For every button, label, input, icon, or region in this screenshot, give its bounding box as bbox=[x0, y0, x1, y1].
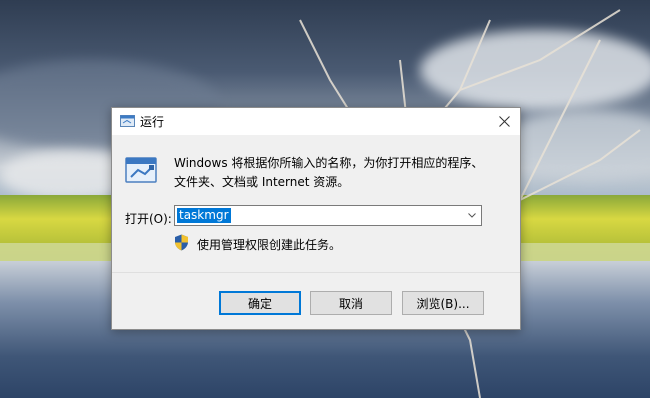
run-dialog: 运行 Windows 将根据你所输入的名称，为你打开相应的程序、文件夹、文档或 … bbox=[111, 107, 521, 330]
chevron-down-icon bbox=[468, 213, 476, 218]
title-bar[interactable]: 运行 bbox=[112, 108, 520, 135]
dialog-title: 运行 bbox=[140, 115, 165, 129]
open-combobox[interactable]: taskmgr bbox=[174, 205, 482, 226]
dialog-description: Windows 将根据你所输入的名称，为你打开相应的程序、文件夹、文档或 Int… bbox=[174, 156, 484, 189]
ok-button[interactable]: 确定 bbox=[219, 291, 301, 315]
open-label: 打开(O): bbox=[125, 212, 172, 226]
run-app-icon bbox=[120, 115, 135, 127]
uac-shield-icon bbox=[175, 234, 188, 251]
dropdown-button[interactable] bbox=[463, 206, 481, 225]
cancel-button[interactable]: 取消 bbox=[310, 291, 392, 315]
dialog-footer: 确定 取消 浏览(B)... bbox=[112, 272, 520, 329]
close-button[interactable] bbox=[490, 108, 520, 135]
dialog-content: Windows 将根据你所输入的名称，为你打开相应的程序、文件夹、文档或 Int… bbox=[112, 135, 520, 272]
run-program-icon bbox=[125, 157, 157, 183]
admin-privilege-note: 使用管理权限创建此任务。 bbox=[197, 238, 342, 252]
close-icon bbox=[499, 116, 510, 127]
browse-button[interactable]: 浏览(B)... bbox=[402, 291, 484, 315]
open-input-value[interactable]: taskmgr bbox=[177, 208, 231, 223]
